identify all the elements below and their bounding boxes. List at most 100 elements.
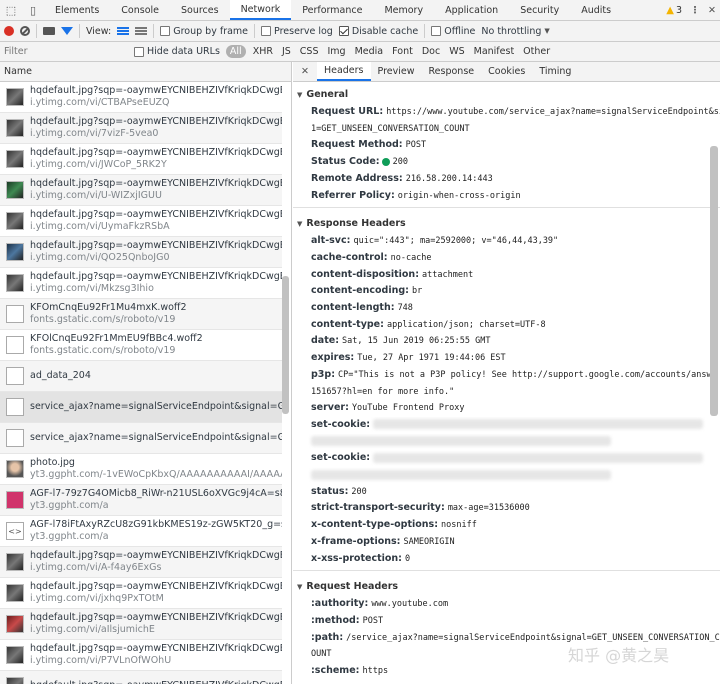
header-row: content-type: application/json; charset=… (293, 317, 720, 334)
request-headers-header[interactable]: ▼ Request Headers (293, 577, 720, 596)
request-row[interactable]: hqdefault.jpg?sqp=-oaymwEYCNIBEHZIVfKriq… (0, 609, 282, 640)
capture-screenshots-icon[interactable] (43, 27, 55, 35)
tab-audits[interactable]: Audits (570, 0, 622, 20)
header-row (293, 434, 720, 451)
header-row (293, 467, 720, 484)
request-row[interactable]: hqdefault.jpg?sqp=-oaymwEYCNIBEHZIVfKriq… (0, 671, 282, 684)
request-row[interactable]: hqdefault.jpg?sqp=-oaymwEYCNIBEHZIVfKriq… (0, 547, 282, 578)
throttling-select[interactable]: No throttling ▼ (481, 26, 549, 37)
redacted-value (311, 436, 611, 447)
filter-type-media[interactable]: Media (353, 45, 386, 58)
tab-network[interactable]: Network (229, 0, 292, 20)
request-list-scrollbar[interactable] (282, 276, 289, 414)
header-row: x-frame-options: SAMEORIGIN (293, 534, 720, 551)
request-row[interactable]: hqdefault.jpg?sqp=-oaymwEYCNIBEHZIVfKriq… (0, 640, 282, 671)
request-row[interactable]: hqdefault.jpg?sqp=-oaymwEYCNIBEHZIVfKriq… (0, 268, 282, 299)
watermark: 知乎 @黄之昊 (568, 646, 670, 665)
header-value: https (362, 666, 389, 677)
filter-input[interactable] (4, 44, 128, 59)
filter-type-js[interactable]: JS (280, 45, 293, 58)
request-domain: yt3.ggpht.com/a (30, 500, 109, 511)
filter-type-css[interactable]: CSS (298, 45, 321, 58)
overview-icon[interactable] (135, 27, 148, 35)
thumbnail-icon (6, 677, 24, 684)
filter-type-img[interactable]: Img (326, 45, 348, 58)
tab-elements[interactable]: Elements (44, 0, 110, 20)
request-row[interactable]: hqdefault.jpg?sqp=-oaymwEYCNIBEHZIVfKriq… (0, 237, 282, 268)
redacted-value (373, 452, 704, 463)
filter-type-xhr[interactable]: XHR (251, 45, 275, 58)
kebab-menu-icon[interactable]: ⋮ (686, 0, 704, 20)
filter-type-manifest[interactable]: Manifest (472, 45, 517, 58)
record-button[interactable] (4, 26, 14, 36)
filter-icon[interactable] (61, 27, 73, 35)
request-row[interactable]: photo.jpg yt3.ggpht.com/-1vEWoCpKbxQ/AAAA… (0, 454, 282, 485)
request-method-row: Request Method: POST (311, 139, 427, 151)
request-name: hqdefault.jpg?sqp=-oaymwEYCNIBEHZIVfKriq… (30, 271, 282, 282)
avatar-icon (6, 460, 24, 478)
name-column-header[interactable]: Name (0, 62, 291, 82)
filter-type-doc[interactable]: Doc (420, 45, 442, 58)
view-label: View: (86, 25, 112, 37)
filter-type-ws[interactable]: WS (447, 45, 466, 58)
header-name: x-xss-protection: (311, 552, 402, 564)
tab-sources[interactable]: Sources (170, 0, 230, 20)
request-row[interactable]: ad_data_204 (0, 361, 282, 392)
header-row: x-xss-protection: 0 (293, 551, 720, 568)
request-row[interactable]: hqdefault.jpg?sqp=-oaymwEYCNIBEHZIVfKriq… (0, 206, 282, 237)
clear-button[interactable] (20, 26, 30, 36)
request-row[interactable]: hqdefault.jpg?sqp=-oaymwEYCNIBEHZIVfKriq… (0, 113, 282, 144)
request-row[interactable]: hqdefault.jpg?sqp=-oaymwEYCNIBEHZIVfKriq… (0, 578, 282, 609)
detail-tab-timing[interactable]: Timing (532, 62, 578, 81)
request-name: AGF-l78iFtAxyRZcU8zG91kbKMES19z-zGW5KT20… (30, 519, 282, 530)
group-by-frame-checkbox[interactable]: Group by frame (160, 26, 248, 37)
filter-type-all[interactable]: All (225, 45, 246, 58)
detail-tab-preview[interactable]: Preview (371, 62, 422, 81)
disable-cache-checkbox[interactable]: Disable cache (338, 26, 418, 37)
tab-performance[interactable]: Performance (291, 0, 373, 20)
preserve-log-checkbox[interactable]: Preserve log (261, 26, 333, 37)
inspect-element-icon[interactable]: ⬚ (0, 0, 22, 20)
request-row[interactable]: <> AGF-l78iFtAxyRZcU8zG91kbKMES19z-zGW5KT… (0, 516, 282, 547)
request-row[interactable]: KFOmCnqEu92Fr1Mu4mxK.woff2 fonts.gstatic.… (0, 299, 282, 330)
close-icon[interactable]: ✕ (704, 0, 720, 20)
request-name: KFOlCnqEu92Fr1MmEU9fBBc4.woff2 (30, 333, 203, 344)
request-row[interactable]: service_ajax?name=signalServiceEndpoint&… (0, 392, 282, 423)
filter-type-other[interactable]: Other (521, 45, 552, 58)
response-headers-header[interactable]: ▼ Response Headers (293, 214, 720, 233)
tab-application[interactable]: Application (434, 0, 509, 20)
header-row: 151657?hl=en for more info." (293, 384, 720, 401)
request-domain: i.ytimg.com/vi/JWCoP_5RK2Y (30, 159, 167, 170)
filter-type-font[interactable]: Font (390, 45, 415, 58)
request-row[interactable]: AGF-l7-79z7G4OMicb8_RiWr-n21USL6oXVGc9j4… (0, 485, 282, 516)
offline-checkbox[interactable]: Offline (431, 26, 475, 37)
detail-tab-response[interactable]: Response (422, 62, 482, 81)
request-domain: i.ytimg.com/vi/A-f4ay6ExGs (30, 562, 162, 573)
general-section-header[interactable]: ▼ General (293, 85, 720, 104)
tab-console[interactable]: Console (110, 0, 170, 20)
large-rows-icon[interactable] (117, 27, 130, 35)
tab-security[interactable]: Security (509, 0, 570, 20)
tab-memory[interactable]: Memory (373, 0, 434, 20)
resource-type-filters: All XHR JS CSS Img Media Font Doc WS Manifest Othe… (225, 45, 552, 58)
document-icon (6, 305, 24, 323)
device-toolbar-icon[interactable]: ▯ (22, 0, 44, 20)
request-row[interactable]: KFOlCnqEu92Fr1MmEU9fBBc4.woff2 fonts.gsta… (0, 330, 282, 361)
request-row[interactable]: hqdefault.jpg?sqp=-oaymwEYCNIBEHZIVfKriq… (0, 175, 282, 206)
detail-tab-cookies[interactable]: Cookies (481, 62, 532, 81)
detail-tab-headers[interactable]: Headers (316, 62, 371, 81)
header-value: YouTube Frontend Proxy (351, 403, 465, 414)
header-name: :path: (311, 631, 344, 643)
request-row[interactable]: hqdefault.jpg?sqp=-oaymwEYCNIBEHZIVfKriq… (0, 82, 282, 113)
hide-data-urls-checkbox[interactable]: Hide data URLs (134, 46, 220, 57)
warnings-counter[interactable]: ▲ 3 (662, 0, 686, 20)
close-detail-icon[interactable]: ✕ (293, 62, 317, 81)
request-row[interactable]: service_ajax?name=signalServiceEndpoint&… (0, 423, 282, 454)
detail-scrollbar[interactable] (710, 146, 718, 416)
thumbnail-icon (6, 646, 24, 664)
request-name: service_ajax?name=signalServiceEndpoint&… (30, 401, 282, 412)
header-name: cache-control: (311, 251, 388, 263)
request-url-row: Request URL: https://www.youtube.com/ser… (311, 106, 720, 117)
request-row[interactable]: hqdefault.jpg?sqp=-oaymwEYCNIBEHZIVfKriq… (0, 144, 282, 175)
request-name: hqdefault.jpg?sqp=-oaymwEYCNIBEHZIVfKriq… (30, 581, 282, 592)
